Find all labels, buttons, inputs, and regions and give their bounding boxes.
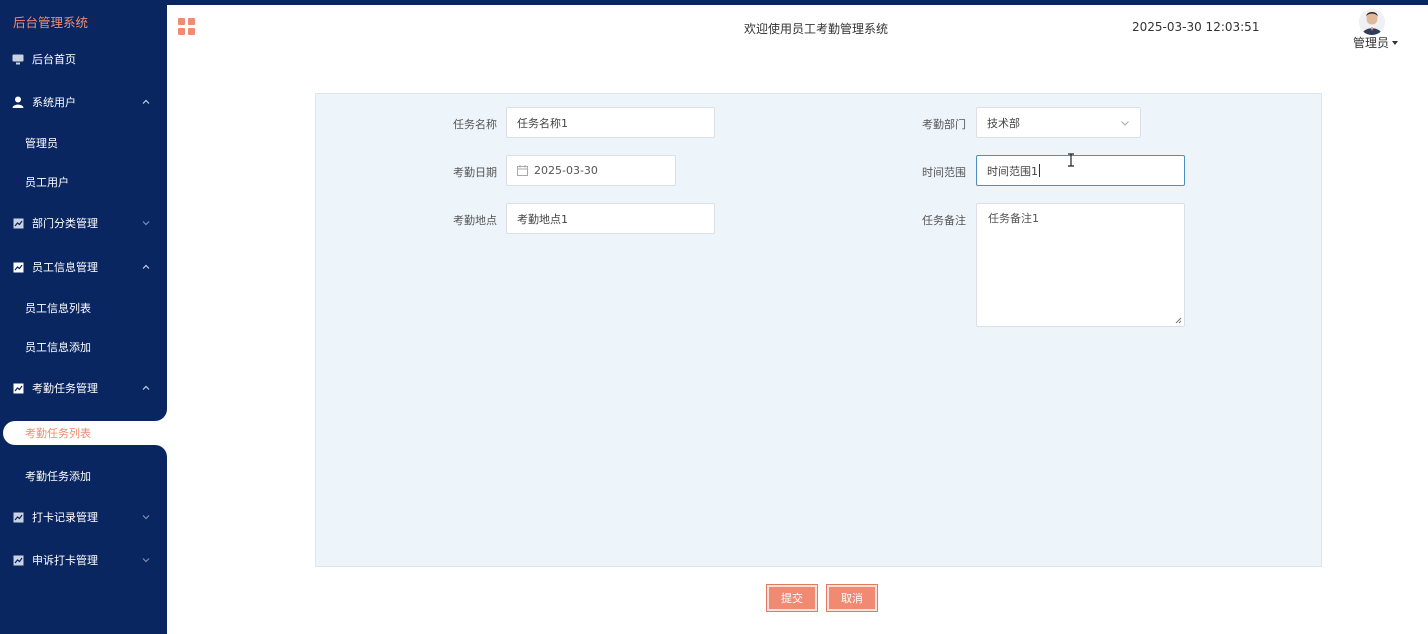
caret-down-icon bbox=[1392, 40, 1399, 45]
active-curve-top bbox=[155, 409, 167, 421]
sidebar-item-label: 员工信息添加 bbox=[25, 341, 91, 354]
chevron-down-icon bbox=[1121, 121, 1129, 126]
monitor-icon bbox=[12, 53, 24, 65]
task-name-label: 任务名称 bbox=[453, 118, 497, 131]
sidebar-item-home[interactable]: 后台首页 bbox=[0, 48, 167, 70]
date-picker[interactable]: 2025-03-30 bbox=[506, 155, 676, 186]
sidebar-item-employee-users[interactable]: 员工用户 bbox=[0, 171, 167, 193]
sidebar-item-label: 打卡记录管理 bbox=[32, 511, 98, 524]
sidebar-item-clock-records[interactable]: 打卡记录管理 bbox=[0, 506, 167, 528]
time-range-label: 时间范围 bbox=[922, 166, 966, 179]
sidebar-item-employee-info[interactable]: 员工信息管理 bbox=[0, 256, 167, 278]
sidebar-item-label: 员工用户 bbox=[25, 176, 69, 189]
date-value: 2025-03-30 bbox=[534, 164, 598, 177]
remark-textarea[interactable]: 任务备注1 bbox=[976, 203, 1185, 327]
sidebar-item-label: 员工信息管理 bbox=[32, 261, 98, 274]
sidebar-item-label: 部门分类管理 bbox=[32, 217, 98, 230]
chart-icon bbox=[12, 217, 24, 229]
user-name: 管理员 bbox=[1353, 36, 1390, 50]
sidebar-item-label: 后台首页 bbox=[32, 53, 76, 66]
date-label: 考勤日期 bbox=[453, 166, 497, 179]
time-range-value: 时间范围1 bbox=[987, 164, 1038, 178]
user-icon bbox=[12, 96, 24, 108]
welcome-title: 欢迎使用员工考勤管理系统 bbox=[744, 22, 889, 36]
department-label: 考勤部门 bbox=[922, 118, 966, 131]
remark-value: 任务备注1 bbox=[988, 212, 1039, 225]
cancel-button[interactable]: 取消 bbox=[826, 584, 878, 612]
active-curve-bottom bbox=[155, 445, 167, 457]
calendar-icon bbox=[517, 165, 528, 176]
sidebar-item-label: 申诉打卡管理 bbox=[32, 554, 98, 567]
sidebar-item-appeals[interactable]: 申诉打卡管理 bbox=[0, 549, 167, 571]
sidebar-item-task-add[interactable]: 考勤任务添加 bbox=[0, 465, 167, 487]
resize-handle-icon[interactable] bbox=[1175, 317, 1182, 324]
remark-label: 任务备注 bbox=[922, 214, 966, 227]
top-strip bbox=[0, 0, 1428, 5]
sidebar-item-department[interactable]: 部门分类管理 bbox=[0, 212, 167, 234]
header-datetime: 2025-03-30 12:03:51 bbox=[1132, 20, 1260, 34]
menu-toggle-icon[interactable] bbox=[178, 18, 195, 35]
location-label: 考勤地点 bbox=[453, 214, 497, 227]
sidebar-item-task-list[interactable]: 考勤任务列表 bbox=[3, 421, 167, 445]
task-name-value: 任务名称1 bbox=[517, 116, 568, 130]
submit-button[interactable]: 提交 bbox=[766, 584, 818, 612]
sidebar-item-employee-add[interactable]: 员工信息添加 bbox=[0, 336, 167, 358]
page: 后台管理系统 后台首页 系统用户 管理员 员工用户 部门分类管理 员工信息管理 … bbox=[0, 0, 1428, 634]
chart-icon bbox=[12, 511, 24, 523]
user-menu[interactable]: 管理员 bbox=[1353, 34, 1399, 51]
sidebar-item-label: 系统用户 bbox=[32, 96, 76, 109]
chart-icon bbox=[12, 554, 24, 566]
task-name-input[interactable]: 任务名称1 bbox=[506, 107, 715, 138]
ibeam-cursor-icon bbox=[1068, 153, 1074, 167]
chevron-down-icon bbox=[142, 515, 150, 520]
location-input[interactable]: 考勤地点1 bbox=[506, 203, 715, 234]
text-caret bbox=[1039, 164, 1040, 177]
chart-icon bbox=[12, 382, 24, 394]
department-select[interactable]: 技术部 bbox=[976, 107, 1141, 138]
chevron-down-icon bbox=[142, 221, 150, 226]
sidebar-item-label: 考勤任务管理 bbox=[32, 382, 98, 395]
sidebar-item-employee-list[interactable]: 员工信息列表 bbox=[0, 297, 167, 319]
chevron-up-icon bbox=[142, 99, 150, 104]
sidebar-lower: 考勤任务添加 打卡记录管理 申诉打卡管理 bbox=[0, 457, 167, 634]
avatar[interactable] bbox=[1359, 9, 1385, 35]
sidebar-item-label: 考勤任务添加 bbox=[25, 470, 91, 483]
chart-icon bbox=[12, 261, 24, 273]
chevron-up-icon bbox=[142, 385, 150, 390]
avatar-person-icon bbox=[1359, 9, 1385, 35]
sidebar-item-label: 考勤任务列表 bbox=[25, 427, 91, 440]
sidebar-item-label: 员工信息列表 bbox=[25, 302, 91, 315]
department-value: 技术部 bbox=[987, 116, 1020, 130]
sidebar-item-system-users[interactable]: 系统用户 bbox=[0, 91, 167, 113]
chevron-up-icon bbox=[142, 264, 150, 269]
sidebar-item-label: 管理员 bbox=[25, 137, 58, 150]
location-value: 考勤地点1 bbox=[517, 212, 568, 226]
sidebar-item-admin[interactable]: 管理员 bbox=[0, 132, 167, 154]
chevron-down-icon bbox=[142, 558, 150, 563]
time-range-input[interactable]: 时间范围1 bbox=[976, 155, 1185, 186]
sidebar-item-attendance-task[interactable]: 考勤任务管理 bbox=[0, 377, 167, 399]
app-title: 后台管理系统 bbox=[13, 15, 89, 30]
